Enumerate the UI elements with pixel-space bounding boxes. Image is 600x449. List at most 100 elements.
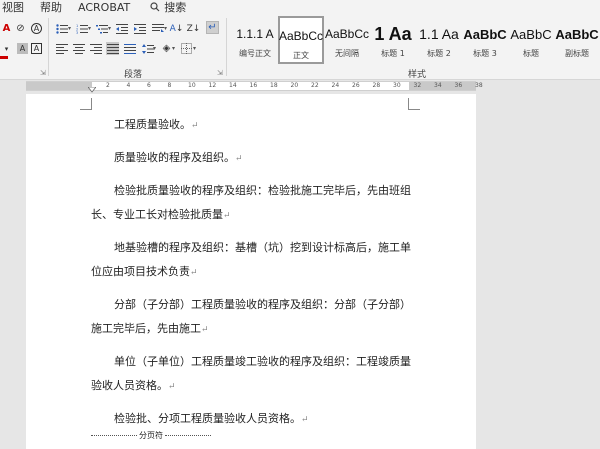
ruler-tick-label: 16 — [249, 82, 258, 89]
align-left-icon[interactable] — [55, 42, 68, 55]
style-name: 标题 1 — [381, 49, 405, 58]
borders-icon[interactable] — [180, 42, 193, 55]
style-item[interactable]: AaBbCc 正文 — [278, 16, 324, 64]
paragraph[interactable]: 检验批质量验收的程序及组织：检验批施工完毕后，先由班组长、专业工长对检验批质量↵ — [91, 179, 411, 228]
sort-za-icon[interactable]: Z↓ — [187, 22, 201, 35]
search-icon — [150, 2, 160, 12]
ruler-tick-label: 2 — [106, 82, 110, 89]
paragraph[interactable]: 地基验槽的程序及组织：基槽（坑）挖到设计标高后，施工单位应由项目技术负责↵ — [91, 236, 411, 285]
margin-corner-mark — [80, 98, 92, 110]
numbering-icon[interactable]: 123 — [75, 22, 88, 35]
paragraph-mark: ↵ — [168, 382, 176, 392]
paragraph-mark: ↵ — [191, 121, 199, 131]
bullets-icon[interactable] — [55, 22, 68, 35]
document-body[interactable]: 工程质量验收。↵ 质量验收的程序及组织。↵ 检验批质量验收的程序及组织：检验批施工完… — [91, 113, 411, 432]
style-item[interactable]: AaBbCc 无间隔 — [324, 16, 370, 64]
bullets-dropdown-icon[interactable]: ▾ — [68, 25, 71, 32]
style-preview: AaBbC — [510, 26, 552, 42]
paragraph-text: 单位（子单位）工程质量竣工验收的程序及组织：工程竣质量验收人员资格。 — [91, 355, 411, 392]
ruler-tick-label: 26 — [352, 82, 360, 89]
paragraph-mark: ↵ — [201, 325, 209, 335]
font-launcher-icon[interactable]: ⇲ — [40, 69, 46, 77]
chinese-layout-dropdown-icon[interactable]: ▾ — [164, 25, 167, 32]
char-border-icon[interactable]: A — [30, 42, 43, 55]
align-right-icon[interactable] — [89, 42, 102, 55]
menu-view[interactable]: 视图 — [0, 0, 32, 15]
ruler-tick-label: 22 — [311, 82, 319, 89]
ruler-tick-label: 4 — [126, 82, 131, 89]
ruler-tick-label: 12 — [208, 82, 217, 89]
style-preview: AaBbC — [555, 26, 599, 42]
paragraph[interactable]: 单位（子单位）工程质量竣工验收的程序及组织：工程竣质量验收人员资格。↵ — [91, 350, 411, 399]
paragraph[interactable]: 分部（子分部）工程质量验收的程序及组织：分部（子分部）施工完毕后，先由施工↵ — [91, 293, 411, 342]
clear-format-icon[interactable]: ⊘ — [14, 22, 27, 35]
style-item[interactable]: 1 Aa 标题 1 — [370, 16, 416, 64]
borders-dropdown-icon[interactable]: ▾ — [193, 45, 196, 52]
style-preview: 1.1.1 A — [236, 27, 274, 41]
text-effect-icon[interactable]: A — [0, 22, 13, 35]
multilevel-dropdown-icon[interactable]: ▾ — [108, 25, 111, 32]
margin-corner-mark — [408, 98, 420, 110]
ruler-tick-label: 20 — [290, 82, 299, 89]
style-item[interactable]: AaBbC 标题 3 — [462, 16, 508, 64]
paragraph-group-label: 段落 — [124, 70, 143, 80]
style-item[interactable]: 1.1.1 A 编号正文 — [232, 16, 278, 64]
style-preview: 1.1 Aa — [419, 26, 459, 42]
highlight-dropdown-icon[interactable]: ▾ — [0, 42, 13, 55]
ruler-tick-label: 8 — [167, 82, 172, 89]
ruler-tick-label: 24 — [331, 82, 340, 89]
menu-bar: 视图 帮助 ACROBAT 搜索 — [0, 0, 600, 14]
sort-icon[interactable]: A↓ — [170, 22, 184, 35]
line-spacing-dropdown-icon[interactable]: ▾ — [153, 45, 156, 52]
paragraph[interactable]: 检验批、分项工程质量验收人员资格。↵ — [91, 407, 411, 432]
align-center-icon[interactable] — [72, 42, 85, 55]
group-divider — [226, 18, 227, 76]
enclose-char-icon[interactable]: A — [30, 22, 43, 35]
increase-indent-icon[interactable] — [133, 22, 146, 35]
canvas-background — [476, 94, 600, 449]
distributed-icon[interactable] — [123, 42, 136, 55]
svg-text:3: 3 — [76, 31, 78, 34]
paragraph-text: 地基验槽的程序及组织：基槽（坑）挖到设计标高后，施工单位应由项目技术负责 — [91, 241, 411, 278]
paragraph[interactable]: 质量验收的程序及组织。↵ — [91, 146, 411, 171]
justify-icon[interactable] — [106, 42, 119, 55]
char-shading-icon[interactable]: A — [16, 42, 29, 55]
ruler-tick-label: 28 — [372, 82, 381, 89]
paragraph-mark: ↵ — [235, 154, 243, 164]
numbering-dropdown-icon[interactable]: ▾ — [88, 25, 91, 32]
style-name: 标题 3 — [473, 49, 497, 58]
menu-acrobat[interactable]: ACROBAT — [70, 1, 138, 14]
page-break-line — [165, 435, 211, 436]
styles-group-label: 样式 — [408, 70, 427, 80]
multilevel-list-icon[interactable] — [95, 22, 108, 35]
style-name: 无间隔 — [335, 49, 359, 58]
paragraph-mark: ↵ — [223, 211, 231, 221]
ruler-tick-label: 36 — [454, 82, 463, 89]
search-box[interactable]: 搜索 — [142, 0, 194, 15]
style-preview: AaBbCc — [278, 29, 324, 43]
show-hide-marks-icon[interactable]: ↵ — [206, 21, 219, 34]
paragraph-text: 工程质量验收。 — [114, 118, 191, 131]
chinese-layout-icon[interactable] — [151, 22, 164, 35]
ribbon: A ⊘ A ▾ A A ▾ 123 ▾ ▾ ▾ A↓ Z↓ ↵ ▾ ◈ ▾ ▾ … — [0, 14, 600, 80]
style-item[interactable]: AaBbC 副标题 — [554, 16, 600, 64]
ruler-tick-label: 14 — [229, 82, 237, 89]
shading-dropdown-icon[interactable]: ▾ — [172, 45, 175, 52]
style-item[interactable]: 1.1 Aa 标题 2 — [416, 16, 462, 64]
decrease-indent-icon[interactable] — [115, 22, 128, 35]
style-name: 正文 — [293, 51, 309, 60]
paragraph-mark: ↵ — [190, 268, 198, 278]
paragraph-launcher-icon[interactable]: ⇲ — [217, 69, 223, 77]
search-label: 搜索 — [164, 1, 187, 14]
page-break-label: 分页符 — [139, 431, 163, 440]
font-color-bar — [0, 56, 8, 59]
ruler-tick-label: 32 — [413, 82, 422, 89]
style-name: 标题 2 — [427, 49, 451, 58]
document-page[interactable]: 工程质量验收。↵ 质量验收的程序及组织。↵ 检验批质量验收的程序及组织：检验批施工完… — [26, 94, 476, 449]
style-item[interactable]: AaBbC 标题 — [508, 16, 554, 64]
menu-help[interactable]: 帮助 — [32, 0, 70, 15]
indent-marker-icon[interactable] — [88, 87, 96, 93]
group-divider — [48, 18, 49, 76]
paragraph-text: 分部（子分部）工程质量验收的程序及组织：分部（子分部）施工完毕后，先由施工 — [91, 298, 411, 335]
paragraph[interactable]: 工程质量验收。↵ — [91, 113, 411, 138]
